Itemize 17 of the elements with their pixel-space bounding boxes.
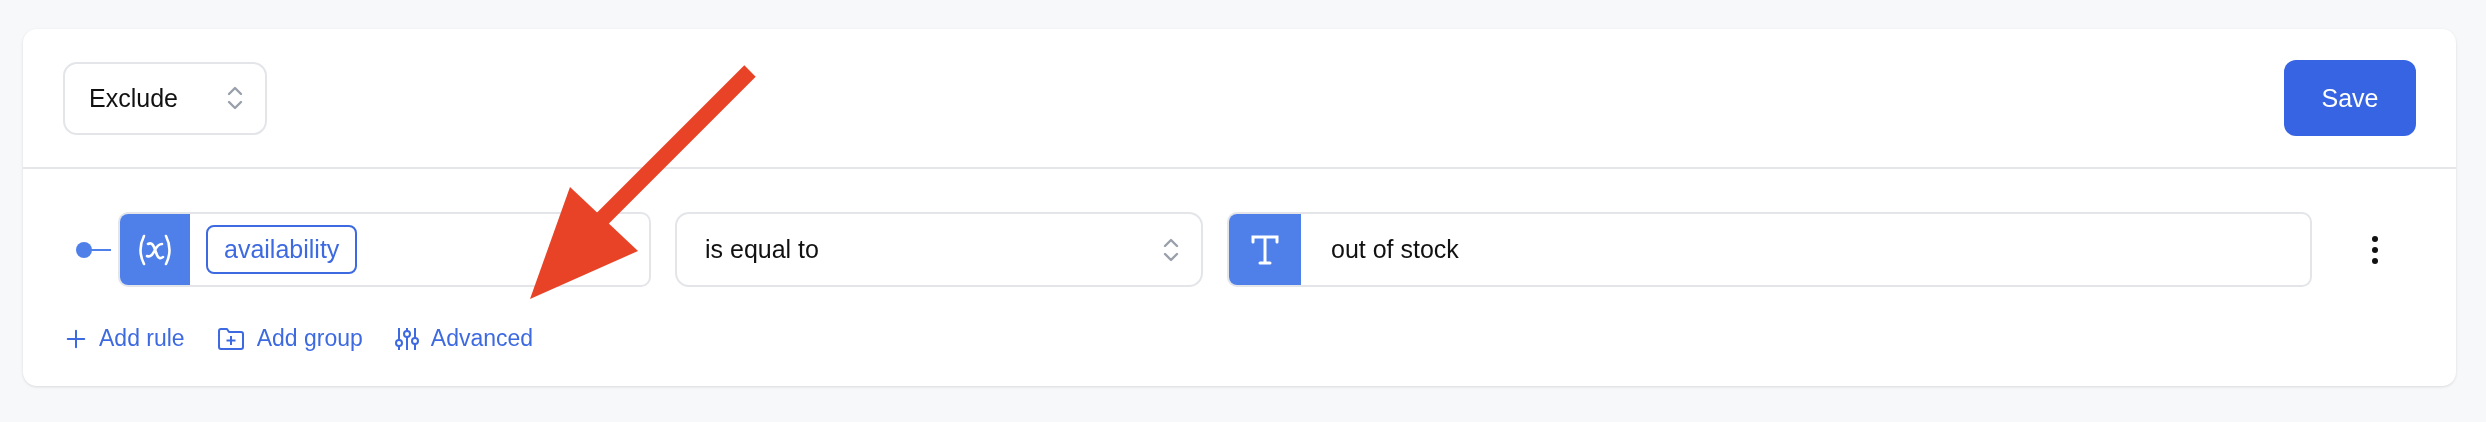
more-options-icon[interactable] — [2370, 234, 2380, 265]
folder-plus-icon — [216, 326, 245, 351]
variable-icon — [120, 214, 190, 285]
field-input[interactable]: availability — [118, 212, 651, 287]
sliders-icon — [394, 325, 419, 352]
plus-icon — [65, 327, 87, 350]
mode-select[interactable]: Exclude — [63, 61, 267, 135]
field-tag[interactable]: availability — [206, 225, 358, 274]
save-button[interactable]: Save — [2284, 60, 2416, 136]
add-rule-link[interactable]: Add rule — [65, 325, 185, 352]
advanced-link[interactable]: Advanced — [394, 325, 534, 352]
text-type-icon — [1229, 214, 1301, 285]
value-input[interactable]: out of stock — [1227, 212, 2312, 287]
operator-select[interactable]: is equal to — [675, 212, 1203, 287]
chevron-updown-icon — [227, 84, 243, 112]
connector-line — [75, 239, 111, 260]
add-group-link[interactable]: Add group — [216, 325, 363, 352]
